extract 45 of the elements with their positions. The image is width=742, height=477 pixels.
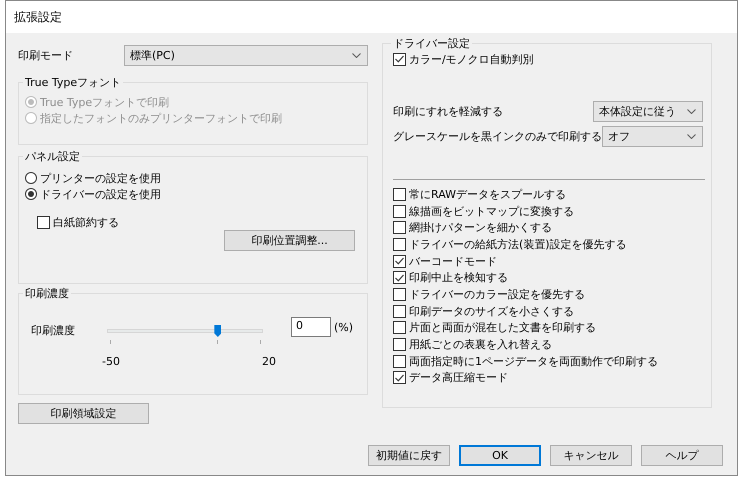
- scale-label: -50: [102, 355, 120, 368]
- print-position-button[interactable]: 印刷位置調整...: [224, 230, 355, 251]
- checkbox-option[interactable]: 線描画をビットマップに変換する: [393, 202, 705, 220]
- group-title: パネル設定: [24, 149, 81, 164]
- checkbox-option[interactable]: 用紙ごとの表裏を入れ替える: [393, 336, 705, 353]
- field-label: 印刷にすれを軽減する: [393, 104, 503, 119]
- field-label: 印刷濃度: [30, 323, 76, 338]
- window-title: 拡張設定: [14, 8, 62, 26]
- print-area-button[interactable]: 印刷領域設定: [18, 403, 149, 424]
- checkbox-option[interactable]: 両面指定時に1ページデータを両面動作で印刷する: [393, 352, 705, 370]
- scale-label: 20: [262, 355, 276, 368]
- checkbox-option[interactable]: ドライバーのカラー設定を優先する: [393, 286, 705, 303]
- tick-mark: [110, 340, 111, 344]
- input-field[interactable]: 0: [291, 317, 331, 337]
- dropdown[interactable]: 標準(PC): [124, 45, 368, 66]
- slider-thumb[interactable]: [214, 325, 222, 337]
- checkbox-option[interactable]: 片面と両面が混在した文書を印刷する: [393, 320, 705, 336]
- field-label: グレースケールを黒インクのみで印刷する: [393, 129, 602, 144]
- dialog-button[interactable]: キャンセル: [550, 445, 632, 466]
- dialog-button[interactable]: OK: [459, 445, 541, 466]
- checkbox-option[interactable]: バーコードモード: [393, 252, 705, 270]
- checkbox-option[interactable]: 印刷データのサイズを小さくする: [393, 302, 705, 320]
- dropdown[interactable]: 本体設定に従う: [593, 101, 703, 122]
- checkbox-option[interactable]: 常にRAWデータをスプールする: [393, 186, 705, 203]
- unit-label: (%): [334, 320, 354, 334]
- group-title: True Typeフォント: [24, 75, 122, 90]
- radio-option[interactable]: プリンターの設定を使用: [25, 170, 361, 186]
- checkbox-option[interactable]: データ高圧縮モード: [393, 370, 705, 386]
- checkbox-option[interactable]: 網掛けパターンを細かくする: [393, 219, 705, 236]
- field-label: 印刷モード: [18, 48, 74, 63]
- checkbox-option[interactable]: カラー/モノクロ自動判別: [393, 51, 705, 67]
- chevron-down-icon: [352, 53, 361, 58]
- checkbox-option[interactable]: ドライバーの給紙方法(装置)設定を優先する: [393, 236, 705, 253]
- group-title: ドライバー設定: [392, 36, 471, 51]
- checkbox-option[interactable]: 印刷中止を検知する: [393, 269, 705, 286]
- checkbox-option[interactable]: 白紙節約する: [37, 214, 361, 230]
- radio-option[interactable]: ドライバーの設定を使用: [25, 186, 361, 202]
- chevron-down-icon: [687, 134, 696, 139]
- group-title: 印刷濃度: [24, 286, 70, 301]
- dialog-button[interactable]: 初期値に戻す: [368, 445, 450, 466]
- tick-mark: [260, 340, 261, 344]
- tick-mark: [217, 340, 218, 344]
- chevron-down-icon: [687, 109, 696, 114]
- dialog-button[interactable]: ヘルプ: [641, 445, 723, 466]
- dropdown[interactable]: オフ: [602, 126, 703, 147]
